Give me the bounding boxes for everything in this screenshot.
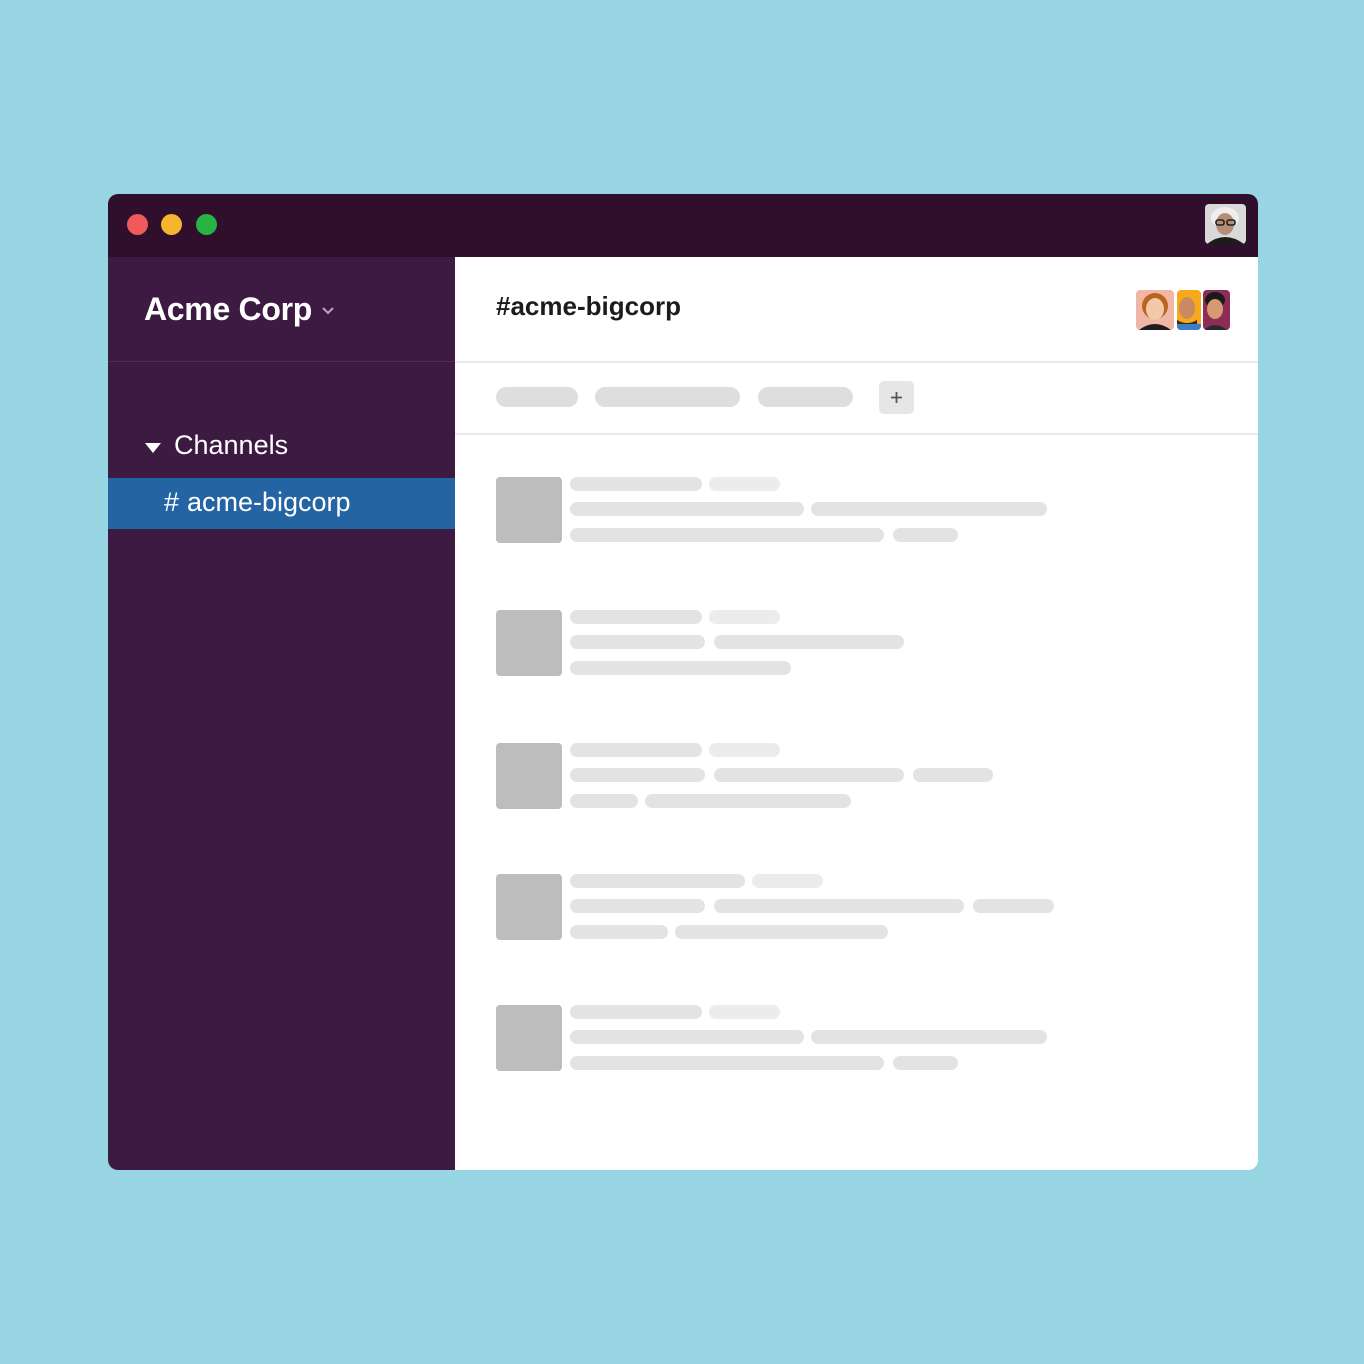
sidebar-item-label: acme-bigcorp [187,487,351,517]
author-placeholder [570,477,702,491]
timestamp-placeholder [752,874,823,888]
text-placeholder [893,528,958,542]
member-avatar[interactable] [1177,290,1201,330]
message-avatar-placeholder [496,1005,562,1071]
text-placeholder [570,661,791,675]
timestamp-placeholder [709,477,780,491]
close-window-button[interactable] [127,214,148,235]
message-placeholder [496,874,1096,941]
tab-placeholder[interactable] [758,387,853,407]
text-placeholder [570,635,705,649]
text-placeholder [570,925,668,939]
chevron-down-icon[interactable] [321,306,335,316]
text-placeholder [570,1030,804,1044]
channels-section-label: Channels [174,430,289,460]
message-avatar-placeholder [496,874,562,940]
text-placeholder [570,768,705,782]
channel-header: #acme-bigcorp [455,257,1258,363]
caret-down-icon[interactable] [144,442,162,454]
maximize-window-button[interactable] [196,214,217,235]
message-placeholder [496,477,1096,544]
text-placeholder [714,899,964,913]
message-avatar-placeholder [496,743,562,809]
timestamp-placeholder [709,610,780,624]
sidebar: Acme Corp Channels # acme-bigcorp [108,257,455,1170]
channel-view: #acme-bigcorp [455,257,1258,1170]
sidebar-item-acme-bigcorp[interactable]: # acme-bigcorp [108,478,455,529]
text-placeholder [570,528,884,542]
channel-title[interactable]: #acme-bigcorp [496,291,681,322]
text-placeholder [811,1030,1047,1044]
timestamp-placeholder [709,743,780,757]
channel-hash-icon: # [164,487,180,517]
text-placeholder [714,768,904,782]
workspace-header[interactable]: Acme Corp [108,257,455,362]
text-placeholder [913,768,993,782]
title-bar [108,194,1258,257]
app-window: Acme Corp Channels # acme-bigcorp #acme-… [108,194,1258,1170]
text-placeholder [714,635,904,649]
message-avatar-placeholder [496,610,562,676]
message-placeholder [496,743,1096,810]
text-placeholder [893,1056,958,1070]
plus-icon [891,392,902,403]
minimize-window-button[interactable] [161,214,182,235]
text-placeholder [675,925,888,939]
tab-placeholder[interactable] [496,387,578,407]
author-placeholder [570,743,702,757]
user-avatar[interactable] [1205,204,1246,244]
text-placeholder [645,794,851,808]
message-avatar-placeholder [496,477,562,543]
member-avatar[interactable] [1136,290,1174,330]
author-placeholder [570,610,702,624]
timestamp-placeholder [709,1005,780,1019]
channel-tabs-bar [455,363,1258,435]
member-avatar[interactable] [1203,290,1230,330]
text-placeholder [811,502,1047,516]
workspace-name[interactable]: Acme Corp [144,291,312,328]
text-placeholder [570,1056,884,1070]
message-placeholder [496,1005,1096,1072]
add-tab-button[interactable] [879,381,914,414]
channel-members[interactable] [1136,290,1230,330]
text-placeholder [570,794,638,808]
text-placeholder [570,899,705,913]
text-placeholder [570,502,804,516]
author-placeholder [570,874,745,888]
text-placeholder [973,899,1054,913]
message-placeholder [496,610,1096,677]
tab-placeholder[interactable] [595,387,740,407]
author-placeholder [570,1005,702,1019]
